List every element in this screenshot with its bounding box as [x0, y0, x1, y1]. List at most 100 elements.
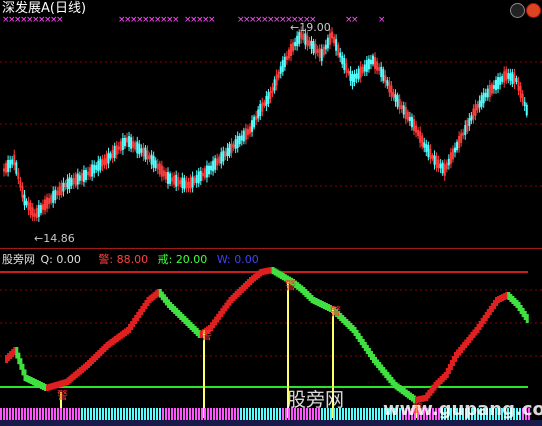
- line2-label: 戒:: [157, 253, 173, 266]
- status-bar-tick: [123, 408, 125, 420]
- candle-body: [70, 178, 73, 186]
- candle-body: [52, 191, 55, 203]
- candle-body: [521, 93, 524, 103]
- candle-body: [294, 41, 297, 47]
- candle-body: [308, 40, 311, 46]
- candle-body: [290, 44, 292, 56]
- candle-body: [515, 78, 518, 82]
- status-bar-tick: [213, 408, 215, 420]
- candle-body: [345, 63, 348, 73]
- left-arrow-icon: ←: [290, 21, 300, 34]
- x-marker: ×: [378, 15, 386, 25]
- candle-body: [468, 117, 471, 127]
- x-marker: ×: [56, 15, 64, 25]
- candle-body: [472, 108, 475, 120]
- candle-body: [185, 180, 188, 188]
- candle-body: [87, 171, 90, 176]
- line3-value: 0.00: [234, 253, 259, 266]
- chart-canvas[interactable]: ×××××××××× ×××××××××× ××××× ××××××××××××× ××…: [0, 0, 542, 426]
- status-bar-tick: [174, 408, 176, 420]
- candle-body: [46, 197, 49, 209]
- indicator-header: 股旁网 Q: 0.00 警: 88.00 戒: 20.00 W: 0.00: [2, 253, 259, 267]
- candle-body: [347, 70, 350, 74]
- candle-body: [495, 79, 497, 91]
- candle-body: [35, 207, 38, 219]
- status-bar-tick: [366, 408, 368, 420]
- signal-label-3: 警: [285, 279, 296, 292]
- candle-body: [429, 149, 432, 159]
- candle-body: [158, 163, 161, 175]
- candle-body: [449, 152, 452, 164]
- candle-body: [287, 49, 290, 59]
- candle-body: [160, 165, 163, 177]
- status-bar-tick: [168, 408, 170, 420]
- candle-body: [173, 175, 176, 185]
- signal-label-2: 警: [201, 329, 212, 342]
- status-bar-tick: [258, 408, 260, 420]
- candle-body: [320, 49, 323, 61]
- status-bar-tick: [6, 408, 8, 420]
- candle-body: [214, 158, 217, 170]
- watermark-url: www.gupang.com: [383, 399, 542, 420]
- candle-body: [517, 81, 520, 91]
- status-bar-tick: [33, 408, 35, 420]
- candle-body: [480, 95, 483, 107]
- status-bar-tick: [237, 408, 239, 420]
- candle-body: [169, 173, 172, 184]
- candle-body: [230, 143, 233, 153]
- candle-body: [226, 147, 229, 157]
- status-bar-tick: [210, 408, 212, 420]
- candle-body: [27, 201, 30, 211]
- candle-body: [89, 167, 92, 177]
- q-value: 0.00: [56, 253, 81, 266]
- candle-body: [361, 66, 364, 74]
- status-bar-tick: [21, 408, 23, 420]
- status-bar-tick: [15, 408, 17, 420]
- status-bar-tick: [63, 408, 65, 420]
- candle-body: [441, 162, 444, 174]
- candle-body: [19, 180, 22, 188]
- status-bar-tick: [102, 408, 104, 420]
- line2-value: 20.00: [175, 253, 208, 266]
- candle-body: [246, 128, 249, 136]
- candle-body: [431, 155, 434, 159]
- candle-body: [95, 165, 98, 170]
- candle-body: [339, 52, 342, 58]
- candle-body: [115, 145, 118, 155]
- candle-body: [331, 31, 333, 39]
- candle-body: [25, 200, 28, 206]
- status-bar-tick: [171, 408, 173, 420]
- watermark-site-name: 股旁网: [287, 389, 345, 411]
- status-bar-tick: [57, 408, 59, 420]
- candle-body: [162, 170, 165, 177]
- candle-body: [68, 177, 71, 189]
- candle-body: [458, 136, 461, 148]
- candle-body: [337, 44, 340, 56]
- candle-body: [365, 60, 368, 72]
- candle-body: [486, 88, 489, 98]
- candle-body: [511, 72, 514, 84]
- candle-body: [234, 139, 237, 149]
- minimize-icon[interactable]: [510, 3, 525, 18]
- status-bar-tick: [42, 408, 44, 420]
- candle-body: [279, 66, 282, 74]
- close-icon[interactable]: [526, 3, 541, 18]
- candle-body: [353, 73, 356, 83]
- line1-value: 88.00: [116, 253, 149, 266]
- status-bar-tick: [36, 408, 38, 420]
- status-bar-tick: [219, 408, 221, 420]
- indicator-name[interactable]: 股旁网: [2, 253, 35, 266]
- candle-body: [376, 61, 379, 71]
- status-bar-tick: [345, 408, 347, 420]
- candle-body: [406, 111, 409, 121]
- candle-body: [322, 46, 325, 56]
- candle-body: [437, 159, 440, 169]
- candle-body: [244, 128, 247, 140]
- candle-body: [451, 148, 454, 160]
- status-bar-tick: [69, 408, 71, 420]
- candle-body: [499, 77, 502, 85]
- candle-body: [203, 168, 206, 178]
- line3-label: W:: [216, 253, 231, 266]
- candle-body: [11, 159, 14, 165]
- status-bar-tick: [252, 408, 254, 420]
